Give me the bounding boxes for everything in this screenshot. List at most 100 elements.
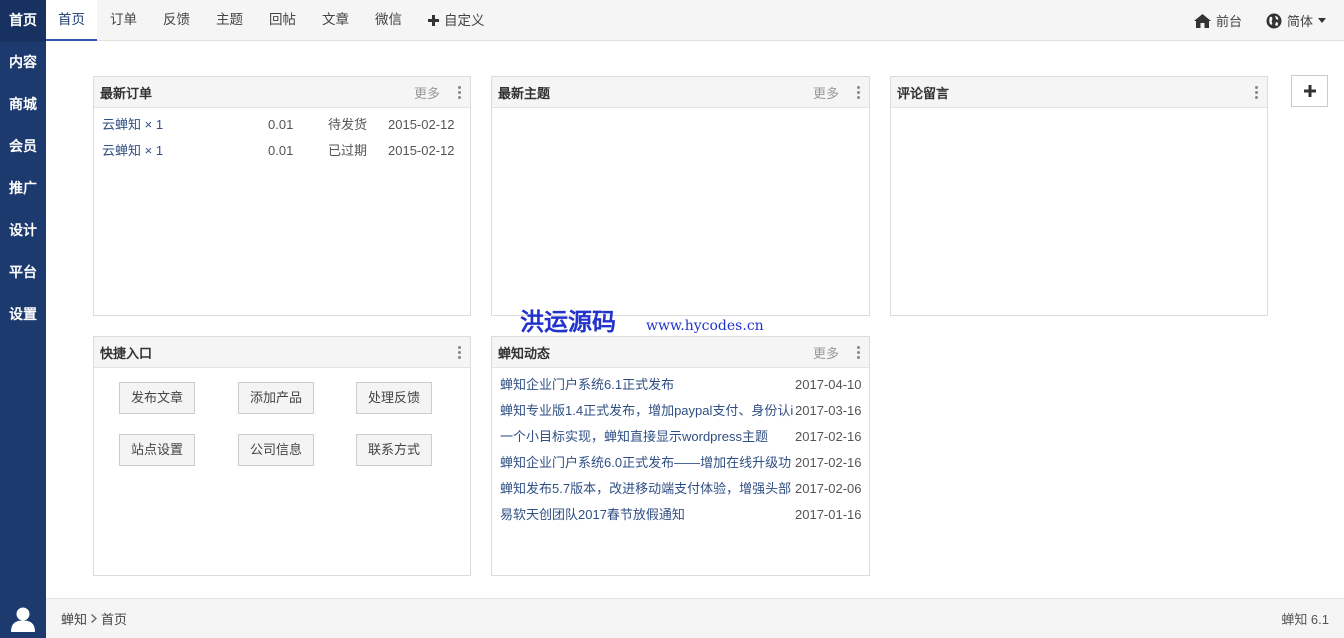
order-amount: 0.01 [268,143,294,158]
news-title[interactable]: 易软天创团队2017春节放假通知 [500,502,795,528]
news-title[interactable]: 蝉知发布5.7版本，改进移动端支付体验，增强头部 [500,476,795,502]
tab-replies[interactable]: 回帖 [256,0,309,41]
sidebar-item-settings[interactable]: 设置 [0,294,46,336]
caret-down-icon [1318,18,1326,23]
news-row[interactable]: 蝉知企业门户系统6.0正式发布——增加在线升级功 2017-02-16 [492,450,869,476]
shortcuts-panel-title: 快捷入口 [100,345,153,361]
sidebar-item-members[interactable]: 会员 [0,126,46,168]
watermark-url: www.hycodes.cn [646,318,764,334]
tab-articles[interactable]: 文章 [309,0,362,41]
news-row[interactable]: 蝉知专业版1.4正式发布，增加paypal支付、身份认i 2017-03-16 [492,398,869,424]
comments-menu-icon[interactable] [1251,85,1261,99]
order-item[interactable]: 云蝉知 × 1 [102,138,268,164]
sidebar-item-content[interactable]: 内容 [0,42,46,84]
frontend-label: 前台 [1215,14,1242,29]
tab-feedback[interactable]: 反馈 [150,0,203,41]
shortcuts-menu-icon[interactable] [454,345,464,359]
tab-wechat[interactable]: 微信 [362,0,415,41]
globe-icon [1266,13,1282,28]
news-date: 2017-03-16 [795,403,862,418]
frontend-link[interactable]: 前台 [1193,11,1242,30]
shortcuts-panel-header: 快捷入口 [94,337,470,368]
comments-panel-title: 评论留言 [897,85,950,101]
company-info-button[interactable]: 公司信息 [238,434,314,466]
user-icon [11,607,35,632]
site-settings-button[interactable]: 站点设置 [119,434,195,466]
tab-threads[interactable]: 主题 [203,0,256,41]
sidebar-item-home[interactable]: 首页 [0,0,46,42]
language-label: 简体 [1286,14,1313,29]
comments-panel-header: 评论留言 [891,77,1267,108]
orders-list: 云蝉知 × 1 0.01 待发货 2015-02-12 云蝉知 × 1 0.01… [94,108,470,164]
news-title[interactable]: 蝉知专业版1.4正式发布，增加paypal支付、身份认i [500,398,795,424]
left-sidebar: 首页 内容 商城 会员 推广 设计 平台 设置 [0,0,46,638]
orders-menu-icon[interactable] [454,85,464,99]
news-title[interactable]: 蝉知企业门户系统6.1正式发布 [500,372,795,398]
threads-more-link[interactable]: 更多 [813,83,839,102]
tab-home[interactable]: 首页 [46,0,97,41]
news-date: 2017-01-16 [795,507,862,522]
tab-customize[interactable]: 自定义 [415,0,498,41]
top-navbar: 首页 订单 反馈 主题 回帖 文章 微信 自定义 前台 简体 [46,0,1344,41]
orders-more-link[interactable]: 更多 [414,83,440,102]
orders-panel: 最新订单 更多 云蝉知 × 1 0.01 待发货 2015-02-12 云蝉知 … [93,76,471,316]
threads-menu-icon[interactable] [853,85,863,99]
news-date: 2017-02-06 [795,481,862,496]
news-row[interactable]: 一个小目标实现，蝉知直接显示wordpress主题 2017-02-16 [492,424,869,450]
news-date: 2017-04-10 [795,377,862,392]
news-row[interactable]: 蝉知企业门户系统6.1正式发布 2017-04-10 [492,372,869,398]
order-date: 2015-02-12 [388,117,455,132]
news-date: 2017-02-16 [795,455,862,470]
user-avatar-button[interactable] [0,604,46,634]
comments-panel: 评论留言 [890,76,1268,316]
publish-article-button[interactable]: 发布文章 [119,382,195,414]
footer-bar: 蝉知 首页 蝉知 6.1 [46,598,1344,638]
watermark-name: 洪运源码 [520,307,616,336]
news-title[interactable]: 蝉知企业门户系统6.0正式发布——增加在线升级功 [500,450,795,476]
order-item[interactable]: 云蝉知 × 1 [102,112,268,138]
customize-label: 自定义 [444,12,485,28]
watermark: 洪运源码 www.hycodes.cn [520,302,764,337]
shortcuts-panel: 快捷入口 发布文章 添加产品 处理反馈 站点设置 公司信息 联系方式 [93,336,471,576]
news-title[interactable]: 一个小目标实现，蝉知直接显示wordpress主题 [500,424,795,450]
add-product-button[interactable]: 添加产品 [238,382,314,414]
version-label: 蝉知 6.1 [1281,612,1329,627]
order-status: 待发货 [328,117,368,132]
handle-feedback-button[interactable]: 处理反馈 [356,382,432,414]
order-row[interactable]: 云蝉知 × 1 0.01 已过期 2015-02-12 [94,138,470,164]
news-list: 蝉知企业门户系统6.1正式发布 2017-04-10 蝉知专业版1.4正式发布，… [492,368,869,528]
threads-panel: 最新主题 更多 [491,76,870,316]
news-row[interactable]: 蝉知发布5.7版本，改进移动端支付体验，增强头部 2017-02-06 [492,476,869,502]
top-tabs: 首页 订单 反馈 主题 回帖 文章 微信 自定义 [46,0,1344,41]
tab-orders[interactable]: 订单 [97,0,150,41]
news-row[interactable]: 易软天创团队2017春节放假通知 2017-01-16 [492,502,869,528]
order-amount: 0.01 [268,117,294,132]
contact-info-button[interactable]: 联系方式 [356,434,432,466]
news-panel-title: 蝉知动态 [498,345,551,361]
order-status: 已过期 [328,143,368,158]
news-panel: 蝉知动态 更多 蝉知企业门户系统6.1正式发布 2017-04-10 蝉知专业版… [491,336,870,576]
order-date: 2015-02-12 [388,143,455,158]
sidebar-item-design[interactable]: 设计 [0,210,46,252]
sidebar-item-shop[interactable]: 商城 [0,84,46,126]
news-panel-header: 蝉知动态 更多 [492,337,869,368]
breadcrumb-root[interactable]: 蝉知 [61,609,87,628]
sidebar-item-promotion[interactable]: 推广 [0,168,46,210]
orders-panel-title: 最新订单 [100,85,153,101]
plus-icon [1303,85,1316,97]
orders-panel-header: 最新订单 更多 [94,77,470,108]
add-block-button[interactable] [1291,75,1328,107]
breadcrumb: 蝉知 首页 [61,609,1281,628]
sidebar-item-platform[interactable]: 平台 [0,252,46,294]
plus-icon [428,15,439,26]
top-right-links: 前台 简体 [1193,0,1326,41]
news-menu-icon[interactable] [853,345,863,359]
language-switcher[interactable]: 简体 [1266,11,1326,30]
home-icon [1193,13,1211,28]
threads-panel-header: 最新主题 更多 [492,77,869,108]
chevron-right-icon [91,614,98,623]
news-more-link[interactable]: 更多 [813,343,839,362]
breadcrumb-current: 首页 [101,612,128,627]
order-row[interactable]: 云蝉知 × 1 0.01 待发货 2015-02-12 [94,112,470,138]
news-date: 2017-02-16 [795,429,862,444]
